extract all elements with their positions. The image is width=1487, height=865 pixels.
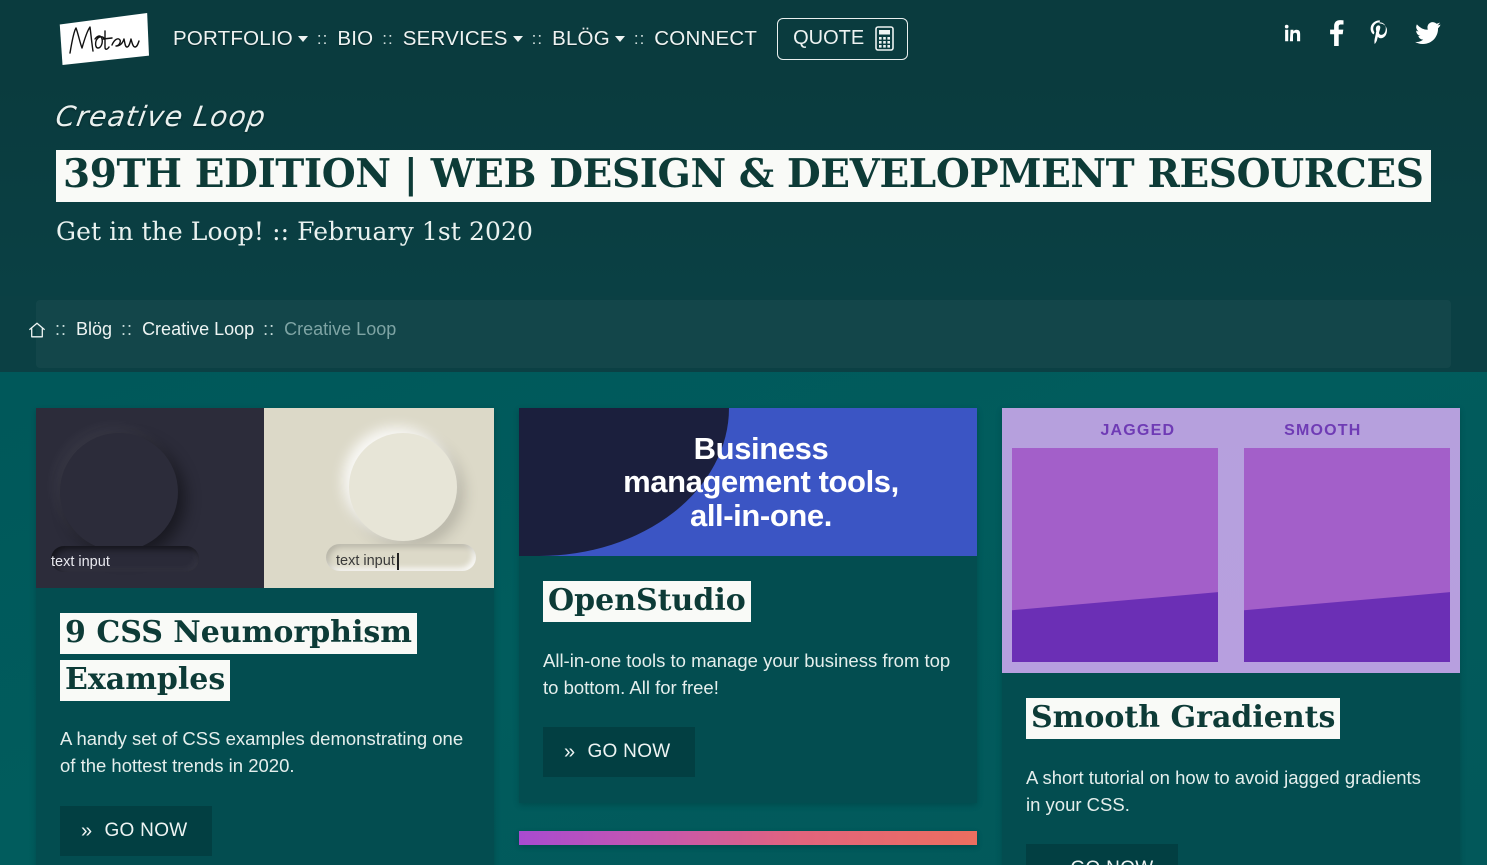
card-neumorphism-image: text input text input	[36, 408, 494, 588]
social-links	[1281, 20, 1441, 46]
hero-subtitle: Get in the Loop! :: February 1st 2020	[56, 217, 533, 246]
card-column-1: text input text input 9 CSS Neumorphism …	[36, 408, 494, 865]
site-logo[interactable]	[57, 13, 149, 65]
facebook-icon[interactable]	[1329, 20, 1344, 46]
nav-separator: ::	[531, 29, 544, 48]
hero-section: Creative Loop 39TH EDITION | WEB DESIGN …	[0, 78, 1487, 296]
card-neumorphism[interactable]: text input text input 9 CSS Neumorphism …	[36, 408, 494, 865]
nav-item-connect[interactable]: CONNECT	[654, 23, 757, 55]
business-banner-line-3: all-in-one.	[689, 497, 832, 533]
nav-item-portfolio[interactable]: PORTFOLIO	[173, 23, 308, 55]
chevron-down-icon	[614, 36, 625, 42]
double-chevron-right-icon: »	[1047, 859, 1058, 865]
gradient-panel-jagged	[1012, 448, 1218, 662]
card-smooth-gradients-go-button[interactable]: » GO NOW	[1026, 844, 1178, 865]
pinterest-icon[interactable]	[1370, 20, 1389, 46]
main-content: text input text input 9 CSS Neumorphism …	[0, 372, 1487, 865]
linkedin-icon[interactable]	[1281, 22, 1303, 44]
card-column-2: Business management tools, all-in-one. O…	[519, 408, 977, 865]
gradient-label-jagged: JAGGED	[1100, 422, 1176, 439]
card-smooth-gradients-go-label: GO NOW	[1070, 858, 1153, 865]
neumorphism-light-panel: text input	[264, 408, 494, 588]
card-smooth-gradients-description: A short tutorial on how to avoid jagged …	[1026, 766, 1421, 815]
calculator-icon	[875, 26, 894, 51]
nav-item-bio-label: BIO	[337, 27, 374, 50]
site-header: PORTFOLIO :: BIO :: SERVICES :: BLÖG :: …	[0, 0, 1487, 78]
neumorphism-light-input-text: text input	[336, 553, 395, 569]
card-column-3: JAGGED SMOOTH Smooth Gradients A short t…	[1002, 408, 1460, 865]
nav-item-bio[interactable]: BIO	[337, 23, 373, 55]
card-smooth-gradients-image: JAGGED SMOOTH	[1002, 408, 1460, 673]
card-neumorphism-title: 9 CSS Neumorphism Examples	[60, 613, 418, 701]
card-openstudio[interactable]: Business management tools, all-in-one. O…	[519, 408, 977, 804]
double-chevron-right-icon: »	[564, 741, 576, 764]
breadcrumb-separator: ::	[55, 319, 68, 339]
breadcrumb-item-creative-loop[interactable]: Creative Loop	[142, 319, 254, 340]
breadcrumb-item-blog[interactable]: Blög	[76, 319, 112, 340]
card-openstudio-title: OpenStudio	[543, 581, 751, 622]
card-openstudio-go-label: GO NOW	[587, 741, 671, 763]
double-chevron-right-icon: »	[81, 819, 93, 842]
breadcrumb-separator: ::	[121, 319, 134, 339]
nav-item-connect-label: CONNECT	[654, 27, 758, 50]
nav-separator: ::	[633, 29, 646, 48]
page-title: 39TH EDITION | WEB DESIGN & DEVELOPMENT …	[56, 150, 1431, 202]
breadcrumb-section: :: Blög :: Creative Loop :: Creative Loo…	[0, 296, 1487, 372]
nav-item-blog[interactable]: BLÖG	[552, 23, 625, 55]
gradient-comparison-panels	[1002, 440, 1460, 662]
home-icon[interactable]	[28, 321, 46, 339]
neumorphism-dark-input-text: text input	[51, 554, 110, 570]
card-neumorphism-body: 9 CSS Neumorphism Examples A handy set o…	[36, 588, 494, 865]
card-neumorphism-go-label: GO NOW	[104, 819, 188, 841]
breadcrumb-item-current: Creative Loop	[284, 319, 397, 339]
logo-signature-icon	[69, 26, 140, 54]
business-banner-line-1: Business	[693, 430, 829, 466]
hero-kicker: Creative Loop	[53, 100, 269, 133]
card-grid: text input text input 9 CSS Neumorphism …	[36, 408, 1462, 865]
card-smooth-gradients-title: Smooth Gradients	[1026, 698, 1341, 739]
card-openstudio-image: Business management tools, all-in-one.	[519, 408, 977, 556]
text-cursor	[397, 553, 399, 570]
card-partial-gradient-image	[519, 831, 977, 846]
gradient-panel-smooth	[1244, 448, 1450, 662]
nav-item-services-label: SERVICES	[402, 27, 508, 50]
gradient-panel-jagged-wedge	[1012, 592, 1218, 662]
card-neumorphism-go-button[interactable]: » GO NOW	[60, 805, 212, 856]
business-banner-headline: Business management tools, all-in-one.	[597, 430, 899, 533]
chevron-down-icon	[297, 36, 308, 42]
nav-item-portfolio-label: PORTFOLIO	[173, 27, 293, 50]
breadcrumb: :: Blög :: Creative Loop :: Creative Loo…	[28, 319, 396, 340]
neumorphism-dark-circle	[60, 433, 178, 551]
nav-separator: ::	[316, 29, 329, 48]
gradient-comparison-labels: JAGGED SMOOTH	[1002, 416, 1460, 440]
card-openstudio-body: OpenStudio All-in-one tools to manage yo…	[519, 556, 977, 803]
neumorphism-light-circle	[349, 433, 457, 541]
nav-item-blog-label: BLÖG	[552, 27, 610, 50]
main-navigation: PORTFOLIO :: BIO :: SERVICES :: BLÖG :: …	[173, 18, 909, 60]
card-partial-next[interactable]	[519, 831, 977, 846]
business-banner-line-2: management tools,	[623, 464, 899, 500]
card-openstudio-description: All-in-one tools to manage your business…	[543, 649, 951, 698]
neumorphism-dark-panel: text input	[36, 408, 264, 588]
twitter-icon[interactable]	[1415, 22, 1441, 44]
gradient-label-smooth: SMOOTH	[1284, 422, 1362, 439]
gradient-panel-smooth-wedge	[1244, 592, 1450, 662]
card-neumorphism-description: A handy set of CSS examples demonstratin…	[60, 728, 464, 777]
quote-button[interactable]: QUOTE	[777, 18, 909, 60]
card-openstudio-go-button[interactable]: » GO NOW	[543, 727, 695, 778]
card-smooth-gradients[interactable]: JAGGED SMOOTH Smooth Gradients A short t…	[1002, 408, 1460, 865]
breadcrumb-separator: ::	[263, 319, 276, 339]
chevron-down-icon	[512, 36, 523, 42]
quote-button-label: QUOTE	[793, 27, 865, 49]
card-smooth-gradients-body: Smooth Gradients A short tutorial on how…	[1002, 673, 1460, 865]
nav-item-services[interactable]: SERVICES	[403, 23, 523, 55]
nav-separator: ::	[382, 29, 394, 48]
